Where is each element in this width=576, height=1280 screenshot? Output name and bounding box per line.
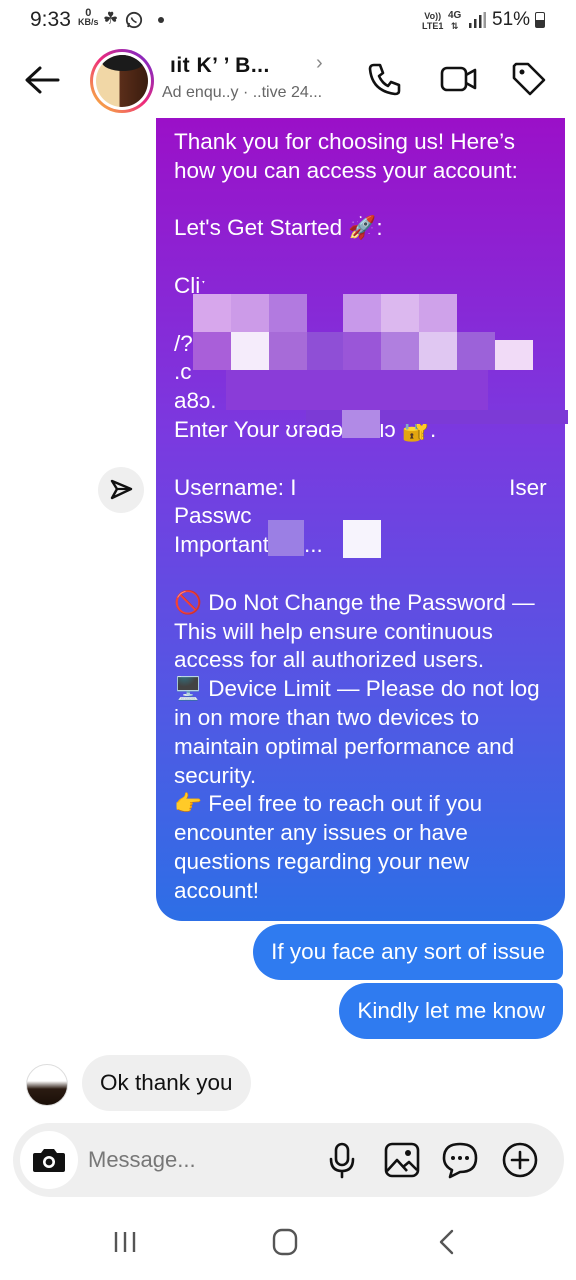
plus-icon[interactable] xyxy=(501,1141,539,1179)
message-note-contact: 👉 Feel free to reach out if you encounte… xyxy=(174,791,489,903)
avatar-image xyxy=(96,55,148,107)
volte-top: Vo)) xyxy=(424,11,442,21)
sender-avatar[interactable] xyxy=(26,1064,68,1106)
notification-app-icon: ☘ xyxy=(103,9,119,28)
camera-icon xyxy=(33,1149,65,1172)
chat-header: ıit K’ ’ B... › Ad enqu..y · ..tive 24..… xyxy=(0,42,576,118)
message-input[interactable] xyxy=(88,1141,308,1179)
volte-indicator: Vo)) LTE1 xyxy=(422,11,443,31)
send-icon xyxy=(110,479,133,500)
message-note-password: 🚫 Do Not Change the Password — This will… xyxy=(174,589,541,673)
network-label: 4G xyxy=(448,10,462,21)
whatsapp-icon xyxy=(125,11,143,29)
incoming-message[interactable]: Ok thank you xyxy=(82,1055,251,1111)
outgoing-message[interactable]: Kindly let me know xyxy=(339,983,563,1039)
camera-button[interactable] xyxy=(20,1131,78,1189)
sticker-icon[interactable] xyxy=(441,1141,479,1179)
signal-icon xyxy=(469,12,486,28)
message-get-started: Let's Get Started 🚀: xyxy=(174,215,383,241)
gallery-icon[interactable] xyxy=(383,1141,421,1179)
battery-icon xyxy=(535,12,545,28)
contact-name[interactable]: ıit K’ ’ B... xyxy=(170,54,270,78)
battery-percent: 51% xyxy=(492,9,531,30)
message-intro: Thank you for choosing us! Here’s how yo… xyxy=(174,129,522,183)
home-icon[interactable] xyxy=(265,1226,305,1258)
outgoing-message[interactable]: If you face any sort of issue xyxy=(253,924,563,980)
back-nav-icon[interactable] xyxy=(428,1226,468,1258)
contact-avatar[interactable] xyxy=(90,49,154,113)
share-message-button[interactable] xyxy=(98,467,144,513)
chevron-right-icon[interactable]: › xyxy=(316,52,323,75)
data-arrows-icon: ⇅ xyxy=(450,21,459,31)
status-time: 9:33 xyxy=(30,8,71,31)
system-navigation-bar xyxy=(0,1200,576,1280)
data-rate-unit: KB/s xyxy=(78,17,99,27)
status-bar: 9:33 0 KB/s ☘ Vo)) LTE1 4G ⇅ 51% xyxy=(0,0,576,42)
message-note-device-limit: 🖥️ Device Limit — Please do not log in o… xyxy=(174,676,546,788)
video-icon[interactable] xyxy=(440,60,478,98)
message-composer xyxy=(13,1123,564,1197)
data-rate: 0 KB/s xyxy=(78,8,99,27)
network-type: 4G ⇅ xyxy=(448,10,462,32)
tag-icon[interactable] xyxy=(510,60,548,98)
back-arrow-icon[interactable] xyxy=(22,64,62,96)
phone-icon[interactable] xyxy=(366,60,404,98)
microphone-icon[interactable] xyxy=(323,1141,361,1179)
contact-subtitle: Ad enqu..y · ..tive 24... xyxy=(162,84,323,101)
outgoing-message-credentials[interactable]: Thank you for choosing us! Here’s how yo… xyxy=(156,118,568,921)
volte-bottom: LTE1 xyxy=(422,21,444,31)
more-notifications-dot xyxy=(158,17,164,23)
recent-apps-icon[interactable] xyxy=(105,1226,145,1258)
